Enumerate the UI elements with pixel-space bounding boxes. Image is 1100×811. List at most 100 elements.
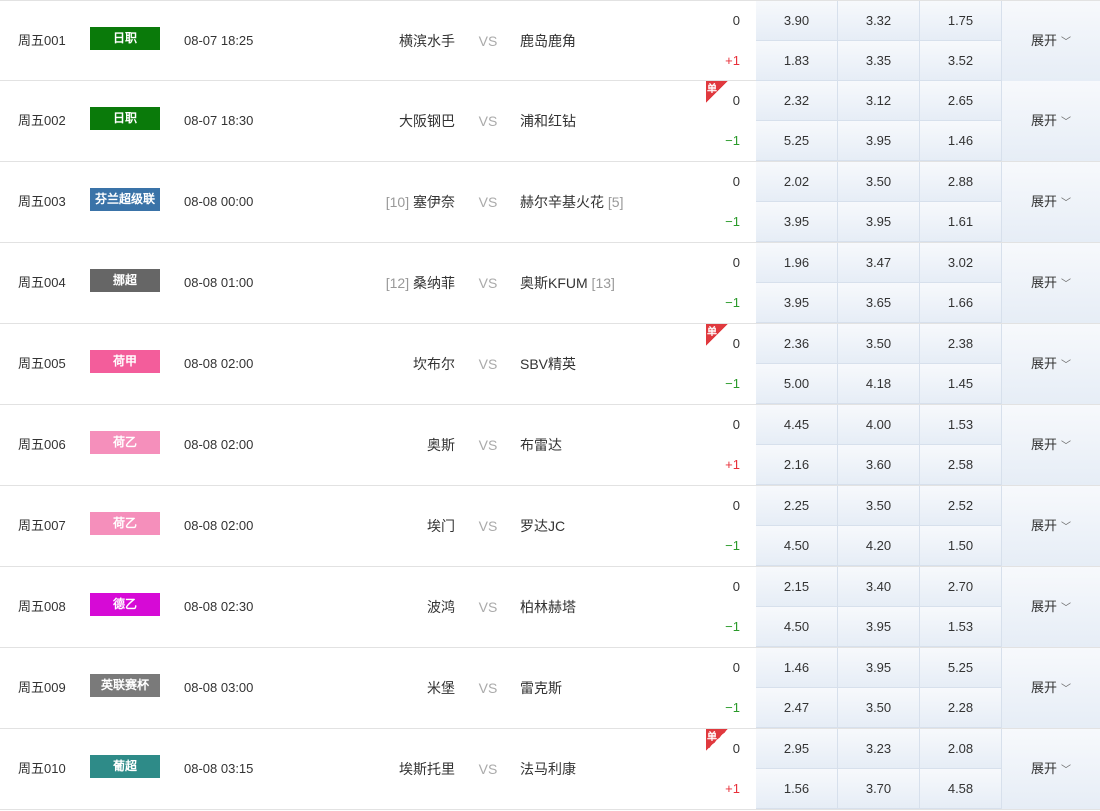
odds-win[interactable]: 1.96 bbox=[756, 243, 837, 283]
odds-draw[interactable]: 3.50 bbox=[838, 324, 919, 364]
handicap-odds-draw[interactable]: 3.65 bbox=[838, 283, 919, 323]
odds-lose[interactable]: 2.70 bbox=[920, 567, 1001, 607]
away-team[interactable]: 鹿岛鹿角 bbox=[520, 1, 576, 81]
league-badge[interactable]: 芬兰超级联 bbox=[90, 188, 160, 211]
odds-draw[interactable]: 3.40 bbox=[838, 567, 919, 607]
odds-win[interactable]: 2.02 bbox=[756, 162, 837, 202]
handicap-odds-win[interactable]: 3.95 bbox=[756, 202, 837, 242]
handicap-odds-win[interactable]: 3.95 bbox=[756, 283, 837, 323]
odds-draw[interactable]: 3.47 bbox=[838, 243, 919, 283]
league-badge[interactable]: 英联赛杯 bbox=[90, 674, 160, 697]
odds-draw[interactable]: 3.50 bbox=[838, 486, 919, 526]
away-team[interactable]: 浦和红钻 bbox=[520, 81, 576, 161]
home-team[interactable]: 埃门 bbox=[427, 486, 455, 566]
away-team[interactable]: SBV精英 bbox=[520, 324, 576, 404]
handicap-odds-win[interactable]: 4.50 bbox=[756, 526, 837, 566]
expand-button[interactable]: 展开 ﹀ bbox=[1001, 1, 1100, 81]
odds-lose[interactable]: 2.08 bbox=[920, 729, 1001, 769]
handicap-odds-lose[interactable]: 1.53 bbox=[920, 607, 1001, 647]
home-team[interactable]: 大阪钢巴 bbox=[399, 81, 455, 161]
league-badge[interactable]: 挪超 bbox=[90, 269, 160, 292]
handicap-odds-lose[interactable]: 1.45 bbox=[920, 364, 1001, 404]
odds-draw[interactable]: 3.32 bbox=[838, 1, 919, 41]
away-team[interactable]: 雷克斯 bbox=[520, 648, 562, 728]
expand-button[interactable]: 展开 ﹀ bbox=[1001, 648, 1100, 728]
handicap-odds-draw[interactable]: 3.35 bbox=[838, 41, 919, 81]
league-badge[interactable]: 日职 bbox=[90, 27, 160, 50]
home-team[interactable]: 米堡 bbox=[427, 648, 455, 728]
handicap-odds-win[interactable]: 1.83 bbox=[756, 41, 837, 81]
handicap-odds-win[interactable]: 5.00 bbox=[756, 364, 837, 404]
home-team[interactable]: [12] 桑纳菲 bbox=[386, 243, 455, 323]
odds-lose[interactable]: 1.53 bbox=[920, 405, 1001, 445]
odds-lose[interactable]: 2.65 bbox=[920, 81, 1001, 121]
home-team[interactable]: 埃斯托里 bbox=[399, 729, 455, 809]
league-badge[interactable]: 荷乙 bbox=[90, 512, 160, 535]
away-team[interactable]: 罗达JC bbox=[520, 486, 565, 566]
odds-lose[interactable]: 2.38 bbox=[920, 324, 1001, 364]
away-team[interactable]: 布雷达 bbox=[520, 405, 562, 485]
league-badge[interactable]: 日职 bbox=[90, 107, 160, 130]
away-team[interactable]: 法马利康 bbox=[520, 729, 576, 809]
expand-button[interactable]: 展开 ﹀ bbox=[1001, 729, 1100, 809]
handicap-odds-lose[interactable]: 4.58 bbox=[920, 769, 1001, 809]
league-badge[interactable]: 葡超 bbox=[90, 755, 160, 778]
away-team[interactable]: 柏林赫塔 bbox=[520, 567, 576, 647]
handicap-odds-lose[interactable]: 1.61 bbox=[920, 202, 1001, 242]
handicap-odds-draw[interactable]: 3.50 bbox=[838, 688, 919, 728]
expand-button[interactable]: 展开 ﹀ bbox=[1001, 162, 1100, 242]
odds-win[interactable]: 2.32 bbox=[756, 81, 837, 121]
home-team[interactable]: 波鸿 bbox=[427, 567, 455, 647]
handicap-odds-draw[interactable]: 3.60 bbox=[838, 445, 919, 485]
odds-win[interactable]: 2.95 bbox=[756, 729, 837, 769]
odds-draw[interactable]: 4.00 bbox=[838, 405, 919, 445]
expand-button[interactable]: 展开 ﹀ bbox=[1001, 243, 1100, 323]
expand-button[interactable]: 展开 ﹀ bbox=[1001, 486, 1100, 566]
odds-lose[interactable]: 3.02 bbox=[920, 243, 1001, 283]
odds-lose[interactable]: 1.75 bbox=[920, 1, 1001, 41]
away-team[interactable]: 奥斯KFUM [13] bbox=[520, 243, 615, 323]
odds-win[interactable]: 2.36 bbox=[756, 324, 837, 364]
odds-win[interactable]: 4.45 bbox=[756, 405, 837, 445]
home-team[interactable]: 横滨水手 bbox=[399, 1, 455, 81]
handicap-odds-lose[interactable]: 1.66 bbox=[920, 283, 1001, 323]
odds-win[interactable]: 1.46 bbox=[756, 648, 837, 688]
handicap-odds-draw[interactable]: 4.20 bbox=[838, 526, 919, 566]
expand-button[interactable]: 展开 ﹀ bbox=[1001, 567, 1100, 647]
expand-button[interactable]: 展开 ﹀ bbox=[1001, 405, 1100, 485]
league-badge[interactable]: 荷甲 bbox=[90, 350, 160, 373]
odds-lose[interactable]: 2.52 bbox=[920, 486, 1001, 526]
handicap-odds-draw[interactable]: 3.95 bbox=[838, 121, 919, 161]
away-team[interactable]: 赫尔辛基火花 [5] bbox=[520, 162, 623, 242]
handicap-odds-draw[interactable]: 3.95 bbox=[838, 607, 919, 647]
handicap-odds-win[interactable]: 5.25 bbox=[756, 121, 837, 161]
league-badge[interactable]: 荷乙 bbox=[90, 431, 160, 454]
home-team[interactable]: 奥斯 bbox=[427, 405, 455, 485]
handicap-odds-win[interactable]: 4.50 bbox=[756, 607, 837, 647]
odds-draw[interactable]: 3.95 bbox=[838, 648, 919, 688]
odds-lose[interactable]: 5.25 bbox=[920, 648, 1001, 688]
odds-draw[interactable]: 3.23 bbox=[838, 729, 919, 769]
odds-lose[interactable]: 2.88 bbox=[920, 162, 1001, 202]
handicap-odds-lose[interactable]: 2.58 bbox=[920, 445, 1001, 485]
handicap-odds-draw[interactable]: 3.70 bbox=[838, 769, 919, 809]
handicap-odds-lose[interactable]: 3.52 bbox=[920, 41, 1001, 81]
odds-win[interactable]: 2.25 bbox=[756, 486, 837, 526]
handicap-odds-lose[interactable]: 1.46 bbox=[920, 121, 1001, 161]
handicap-odds-win[interactable]: 2.16 bbox=[756, 445, 837, 485]
odds-draw[interactable]: 3.12 bbox=[838, 81, 919, 121]
home-team[interactable]: 坎布尔 bbox=[413, 324, 455, 404]
handicap-odds-lose[interactable]: 2.28 bbox=[920, 688, 1001, 728]
expand-button[interactable]: 展开 ﹀ bbox=[1001, 81, 1100, 161]
league-badge[interactable]: 德乙 bbox=[90, 593, 160, 616]
expand-button[interactable]: 展开 ﹀ bbox=[1001, 324, 1100, 404]
odds-win[interactable]: 2.15 bbox=[756, 567, 837, 607]
odds-win[interactable]: 3.90 bbox=[756, 1, 837, 41]
odds-draw[interactable]: 3.50 bbox=[838, 162, 919, 202]
handicap-odds-draw[interactable]: 3.95 bbox=[838, 202, 919, 242]
handicap-odds-lose[interactable]: 1.50 bbox=[920, 526, 1001, 566]
handicap-odds-win[interactable]: 1.56 bbox=[756, 769, 837, 809]
handicap-odds-draw[interactable]: 4.18 bbox=[838, 364, 919, 404]
home-team[interactable]: [10] 塞伊奈 bbox=[386, 162, 455, 242]
handicap-odds-win[interactable]: 2.47 bbox=[756, 688, 837, 728]
